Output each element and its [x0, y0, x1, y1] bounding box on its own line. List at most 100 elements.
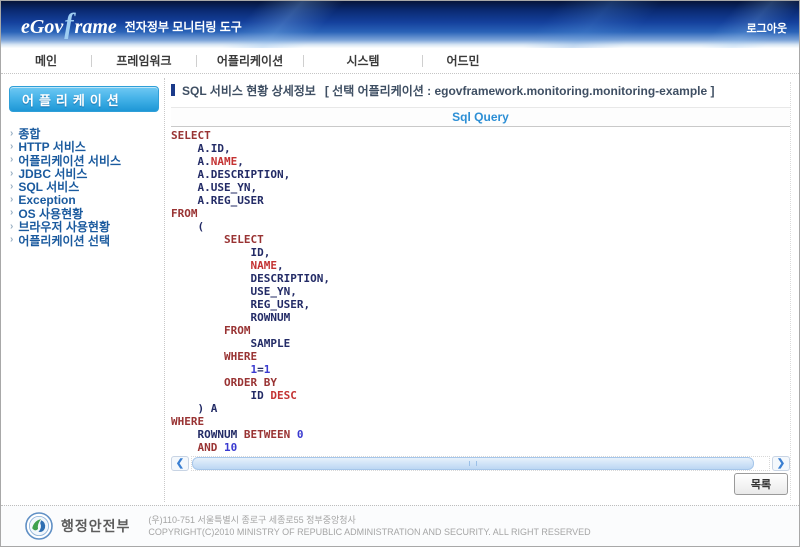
bullet-arrow-icon: ›: [10, 169, 13, 179]
sql-token: ROWNUM: [171, 428, 244, 441]
sql-query-header: Sql Query: [171, 107, 790, 127]
sql-token: SAMPLE: [171, 337, 290, 350]
sql-token: (: [171, 220, 204, 233]
bullet-arrow-icon: ›: [10, 182, 13, 192]
bullet-arrow-icon: ›: [10, 129, 13, 139]
main-nav: 메인프레임워크어플리케이션시스템어드민: [1, 48, 799, 74]
sidebar-item-5[interactable]: ›SQL 서비스: [10, 180, 159, 193]
sql-token: ,: [277, 259, 284, 272]
sql-code-line: FROM: [171, 324, 790, 337]
sql-code-line: REG_USER,: [171, 298, 790, 311]
bullet-arrow-icon: ›: [10, 155, 13, 165]
sidebar-title[interactable]: 어플리케이션: [9, 86, 159, 112]
bullet-arrow-icon: ›: [10, 142, 13, 152]
bullet-arrow-icon: ›: [10, 208, 13, 218]
top-header: eGovframe 전자정부 모니터링 도구 로그아웃: [1, 1, 799, 48]
sql-token: BETWEEN: [244, 428, 290, 441]
sql-token: NAME: [250, 259, 277, 272]
sql-token: 1: [264, 363, 271, 376]
sql-code-line: ) A: [171, 402, 790, 415]
app-subtitle: 전자정부 모니터링 도구: [125, 18, 242, 35]
nav-tab-5[interactable]: 어드민: [423, 52, 503, 69]
content-area: 어플리케이션 ›종합›HTTP 서비스›어플리케이션 서비스›JDBC 서비스›…: [1, 74, 799, 504]
selected-application-label: [ 선택 어플리케이션 : egovframework.monitoring.m…: [325, 82, 715, 99]
sql-code-line: A.DESCRIPTION,: [171, 168, 790, 181]
sql-token: [171, 233, 224, 246]
sql-code-line: 1=1: [171, 363, 790, 376]
sql-token: ID,: [171, 246, 270, 259]
sql-token: 10: [224, 441, 237, 454]
sql-token: [171, 350, 224, 363]
sql-token: [171, 324, 224, 337]
ministry-emblem-icon: [25, 512, 53, 540]
logo-text-egov: eGov: [21, 16, 63, 39]
page-title-row: SQL 서비스 현황 상세정보 [ 선택 어플리케이션 : egovframew…: [171, 82, 790, 98]
sql-token: DESC: [270, 389, 297, 402]
sql-code-line: A.REG_USER: [171, 194, 790, 207]
nav-tab-3[interactable]: 어플리케이션: [197, 52, 303, 69]
sql-token: A.USE_YN,: [171, 181, 257, 194]
scrollbar-thumb[interactable]: [192, 457, 754, 470]
sql-token: ORDER BY: [224, 376, 277, 389]
sql-token: [217, 441, 224, 454]
sql-token: AND: [198, 441, 218, 454]
sidebar-divider: [164, 78, 165, 502]
sql-code-line: SELECT: [171, 233, 790, 246]
sql-token: DESCRIPTION,: [171, 272, 330, 285]
footer-copyright: COPYRIGHT(C)2010 MINISTRY OF REPUBLIC AD…: [148, 526, 590, 538]
sql-token: ID: [171, 389, 270, 402]
nav-tab-1[interactable]: 메인: [1, 52, 91, 69]
sidebar-item-9[interactable]: ›어플리케이션 선택: [10, 233, 159, 246]
sql-code-line: ROWNUM: [171, 311, 790, 324]
sql-token: SELECT: [224, 233, 264, 246]
sql-token: [171, 441, 198, 454]
bullet-arrow-icon: ›: [10, 195, 13, 205]
nav-tab-2[interactable]: 프레임워크: [92, 52, 196, 69]
sql-token: =: [257, 363, 264, 376]
sidebar-item-label: 어플리케이션 선택: [18, 232, 110, 249]
scroll-left-icon[interactable]: ❮: [171, 456, 189, 471]
egovframe-logo[interactable]: eGovframe 전자정부 모니터링 도구: [21, 9, 242, 41]
sql-token: [171, 363, 250, 376]
sql-token: [290, 428, 297, 441]
sidebar: 어플리케이션 ›종합›HTTP 서비스›어플리케이션 서비스›JDBC 서비스›…: [9, 86, 159, 247]
title-bar-icon: [171, 84, 175, 96]
sql-code-line: SELECT: [171, 129, 790, 142]
logout-button[interactable]: 로그아웃: [747, 20, 787, 36]
scrollbar-track[interactable]: [191, 456, 770, 471]
bullet-arrow-icon: ›: [10, 222, 13, 232]
sql-code-line: A.ID,: [171, 142, 790, 155]
logo-text-rame: rame: [75, 16, 117, 39]
sql-token: [171, 259, 250, 272]
sql-code-line: WHERE: [171, 350, 790, 363]
scroll-right-icon[interactable]: ❯: [772, 456, 790, 471]
sql-code-line: ORDER BY: [171, 376, 790, 389]
sql-token: [171, 376, 224, 389]
sql-query-header-label: Sql Query: [452, 110, 509, 124]
nav-tab-4[interactable]: 시스템: [304, 52, 422, 69]
sql-code-line: DESCRIPTION,: [171, 272, 790, 285]
sql-code-line: ID DESC: [171, 389, 790, 402]
sidebar-menu: ›종합›HTTP 서비스›어플리케이션 서비스›JDBC 서비스›SQL 서비스…: [9, 127, 159, 247]
main-panel: SQL 서비스 현황 상세정보 [ 선택 어플리케이션 : egovframew…: [171, 82, 791, 500]
sql-token: FROM: [171, 207, 198, 220]
sql-token: WHERE: [171, 415, 204, 428]
sql-token: ROWNUM: [171, 311, 290, 324]
sql-code-line: NAME,: [171, 259, 790, 272]
sql-code-line: SAMPLE: [171, 337, 790, 350]
sql-token: USE_YN,: [171, 285, 297, 298]
ministry-name: 행정안전부: [61, 516, 130, 536]
logo-text-f: f: [64, 9, 73, 41]
footer-address: (우)110-751 서울특별시 종로구 세종로55 정부중앙청사 COPYRI…: [148, 514, 590, 538]
sql-token: FROM: [224, 324, 251, 337]
sql-token: WHERE: [224, 350, 257, 363]
sql-token: SELECT: [171, 129, 211, 142]
sql-token: NAME: [211, 155, 238, 168]
list-button[interactable]: 목록: [734, 473, 788, 495]
sql-code-line: FROM: [171, 207, 790, 220]
sql-code-line: ROWNUM BETWEEN 0: [171, 428, 790, 441]
sql-code-line: AND 10: [171, 441, 790, 454]
sql-token: REG_USER,: [171, 298, 310, 311]
app-window: eGovframe 전자정부 모니터링 도구 로그아웃 메인프레임워크어플리케이…: [0, 0, 800, 547]
sql-token: ,: [237, 155, 244, 168]
